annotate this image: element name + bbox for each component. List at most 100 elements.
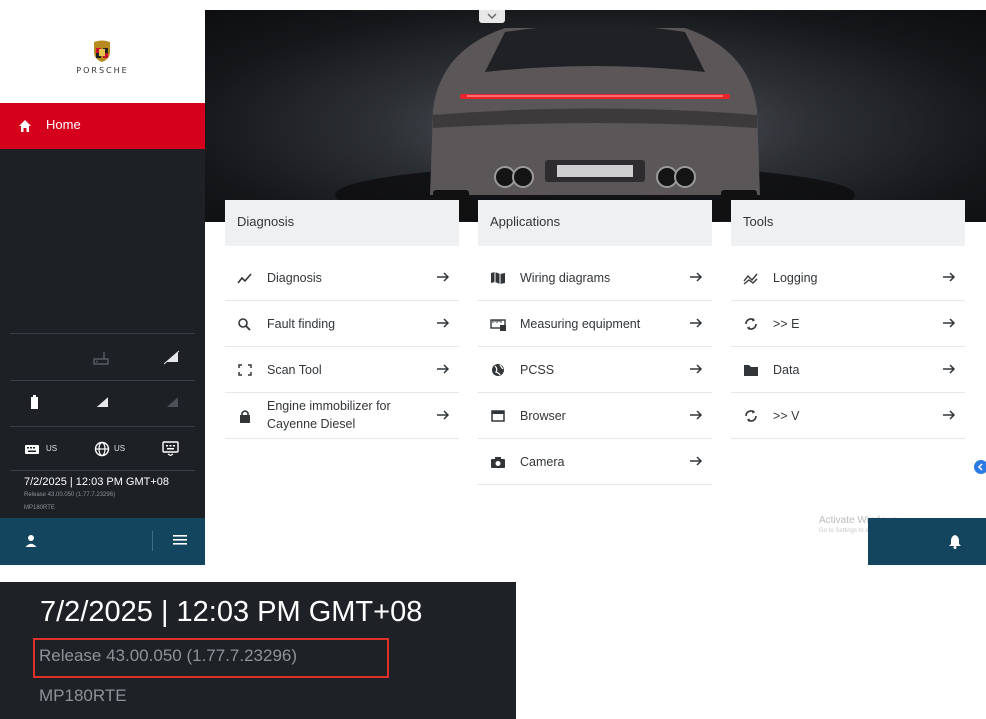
item-label: Fault finding (267, 317, 336, 331)
bell-icon (949, 535, 961, 549)
arrow-right-icon (690, 364, 703, 374)
divider (10, 470, 195, 471)
menu-item-data[interactable]: Data (731, 347, 965, 393)
chevron-down-icon (487, 13, 497, 19)
sync-icon (745, 410, 757, 422)
open-button[interactable] (684, 449, 708, 473)
arrow-right-icon (690, 318, 703, 328)
zoomed-release-version: Release 43.00.050 (1.77.7.23296) (39, 646, 298, 665)
open-button[interactable] (684, 357, 708, 381)
zoomed-device-id: MP180RTE (39, 686, 127, 705)
arrow-right-icon (690, 272, 703, 282)
hamburger-menu-icon[interactable] (173, 534, 187, 546)
date-time: 7/2/2025 | 12:03 PM GMT+08 (24, 476, 170, 488)
logo-area: PORSCHE (0, 0, 205, 103)
scan-frame-icon (238, 364, 252, 376)
arrow-right-icon (943, 318, 956, 328)
arrow-right-icon (437, 364, 450, 374)
item-label: Measuring equipment (520, 317, 641, 331)
user-icon[interactable] (24, 534, 38, 548)
window-icon (491, 410, 505, 422)
menu-item-wiring-diagrams[interactable]: Wiring diagrams (478, 255, 712, 301)
item-label: Scan Tool (267, 363, 322, 377)
arrow-right-icon (437, 272, 450, 282)
divider (152, 531, 153, 551)
menu-item-engine-immobilizer[interactable]: Engine immobilizer for Cayenne Diesel (225, 393, 459, 439)
battery-icon (31, 395, 38, 409)
signal-off-icon (92, 394, 110, 410)
open-button[interactable] (431, 357, 455, 381)
brand-wordmark: PORSCHE (76, 66, 129, 75)
item-label: Browser (520, 409, 566, 423)
open-button[interactable] (684, 403, 708, 427)
keyboard-icon (25, 445, 39, 454)
open-button[interactable] (431, 311, 455, 335)
lock-icon (240, 410, 250, 423)
open-button[interactable] (937, 265, 961, 289)
column-header: Applications (478, 200, 712, 246)
open-button[interactable] (937, 311, 961, 335)
collapse-hero-button[interactable] (479, 10, 505, 23)
arrow-right-icon (437, 318, 450, 328)
device-id: MP180RTE (24, 505, 55, 511)
item-label: Data (773, 363, 800, 377)
arrow-right-icon (690, 410, 703, 420)
logging-icon (743, 273, 758, 285)
app-window: PORSCHE Home US US 7/2/2025 | 12:03 PM G… (0, 0, 986, 565)
item-label: Diagnosis (267, 271, 322, 285)
open-button[interactable] (684, 265, 708, 289)
open-button[interactable] (684, 311, 708, 335)
notifications-tab[interactable] (868, 518, 986, 565)
item-label: Wiring diagrams (520, 271, 611, 285)
camera-icon (491, 457, 505, 468)
side-panel-toggle[interactable] (974, 460, 986, 474)
sidebar-item-home[interactable]: Home (0, 103, 205, 149)
porsche-crest-icon (94, 40, 110, 62)
menu-item-e[interactable]: >> E (731, 301, 965, 347)
menu-item-fault-finding[interactable]: Fault finding (225, 301, 459, 347)
column-title: Diagnosis (237, 214, 295, 229)
column-header: Diagnosis (225, 200, 459, 246)
menu-item-camera[interactable]: Camera (478, 439, 712, 485)
globe-icon (492, 364, 504, 376)
item-label: Engine immobilizer for Cayenne Diesel (267, 399, 391, 431)
arrow-right-icon (437, 410, 450, 420)
item-label: Logging (773, 271, 818, 285)
no-signal-icon[interactable] (162, 349, 180, 365)
map-icon (491, 272, 505, 284)
menu-item-measuring-equipment[interactable]: Measuring equipment (478, 301, 712, 347)
globe-icon (94, 441, 110, 457)
zoomed-version-inset: 7/2/2025 | 12:03 PM GMT+08 Release 43.00… (0, 582, 516, 719)
divider (10, 380, 195, 381)
divider (10, 426, 195, 427)
home-icon (19, 120, 31, 132)
search-icon (238, 318, 251, 331)
menu-item-logging[interactable]: Logging (731, 255, 965, 301)
arrow-right-icon (943, 272, 956, 282)
open-button[interactable] (937, 403, 961, 427)
sidebar-item-label: Home (46, 117, 81, 132)
menu-item-diagnosis[interactable]: Diagnosis (225, 255, 459, 301)
column-title: Applications (490, 214, 561, 229)
arrow-right-icon (943, 410, 956, 420)
arrow-right-icon (690, 456, 703, 466)
release-version: Release 43.00.050 (1.77.7.23296) (24, 492, 116, 498)
item-label: PCSS (520, 363, 555, 377)
sidebar: PORSCHE Home US US 7/2/2025 | 12:03 PM G… (0, 0, 205, 565)
menu-item-v[interactable]: >> V (731, 393, 965, 439)
column-header: Tools (731, 200, 965, 246)
sync-icon (745, 318, 757, 330)
menu-item-scan-tool[interactable]: Scan Tool (225, 347, 459, 393)
wifi-off-icon (162, 394, 180, 410)
open-button[interactable] (937, 357, 961, 381)
sidebar-footer (0, 518, 205, 565)
open-button[interactable] (431, 403, 455, 427)
keyboard-settings-icon[interactable] (162, 440, 180, 456)
hero-image (205, 10, 986, 222)
menu-item-browser[interactable]: Browser (478, 393, 712, 439)
open-button[interactable] (431, 265, 455, 289)
menu-item-pcss[interactable]: PCSS (478, 347, 712, 393)
router-icon (93, 352, 109, 365)
trend-icon (237, 273, 252, 284)
chevron-left-icon (977, 463, 983, 471)
